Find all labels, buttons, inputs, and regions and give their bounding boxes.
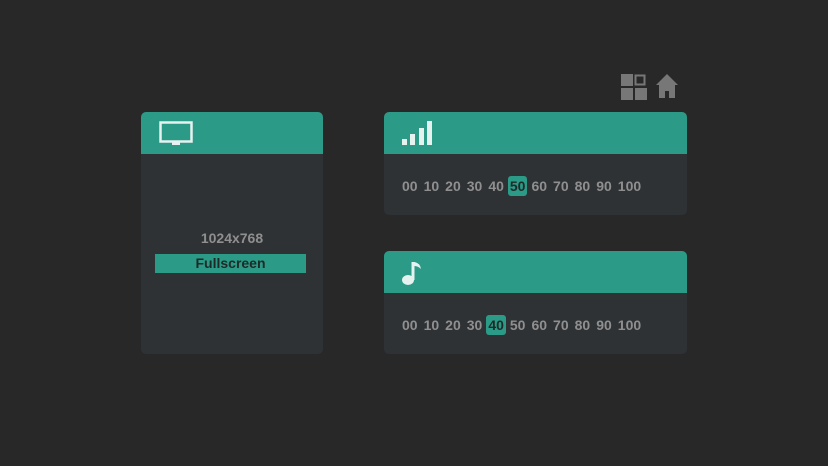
display-panel-header [141, 112, 323, 154]
music-level-70[interactable]: 70 [551, 315, 571, 335]
signal-level-30[interactable]: 30 [465, 176, 485, 196]
signal-level-20[interactable]: 20 [443, 176, 463, 196]
resolution-label: 1024x768 [200, 230, 264, 246]
grid-icon[interactable] [621, 74, 647, 100]
signal-level-100[interactable]: 100 [616, 176, 643, 196]
signal-panel-header [384, 112, 687, 154]
signal-level-60[interactable]: 60 [529, 176, 549, 196]
music-level-90[interactable]: 90 [594, 315, 614, 335]
signal-level-00[interactable]: 00 [400, 176, 420, 196]
music-level-20[interactable]: 20 [443, 315, 463, 335]
signal-bars-icon [402, 121, 432, 145]
signal-level-10[interactable]: 10 [422, 176, 442, 196]
signal-level-70[interactable]: 70 [551, 176, 571, 196]
signal-level-selector: 00 10 20 30 40 50 60 70 80 90 100 [400, 176, 645, 196]
music-level-00[interactable]: 00 [400, 315, 420, 335]
home-icon[interactable] [656, 74, 678, 98]
music-level-100[interactable]: 100 [616, 315, 643, 335]
display-panel: 1024x768 Fullscreen [141, 112, 323, 354]
music-note-icon [402, 262, 421, 285]
music-level-50[interactable]: 50 [508, 315, 528, 335]
signal-level-40[interactable]: 40 [486, 176, 506, 196]
signal-level-80[interactable]: 80 [573, 176, 593, 196]
music-level-selector: 00 10 20 30 40 50 60 70 80 90 100 [400, 315, 645, 335]
music-level-40[interactable]: 40 [486, 315, 506, 335]
music-level-10[interactable]: 10 [422, 315, 442, 335]
signal-level-50[interactable]: 50 [507, 176, 528, 196]
signal-level-90[interactable]: 90 [594, 176, 614, 196]
music-level-80[interactable]: 80 [573, 315, 593, 335]
music-level-60[interactable]: 60 [529, 315, 549, 335]
signal-panel: 00 10 20 30 40 50 60 70 80 90 100 [384, 112, 687, 215]
top-icon-bar [621, 74, 678, 100]
monitor-icon [159, 121, 193, 145]
music-level-30[interactable]: 30 [465, 315, 485, 335]
fullscreen-button[interactable]: Fullscreen [155, 254, 306, 273]
music-panel: 00 10 20 30 40 50 60 70 80 90 100 [384, 251, 687, 354]
music-panel-header [384, 251, 687, 293]
